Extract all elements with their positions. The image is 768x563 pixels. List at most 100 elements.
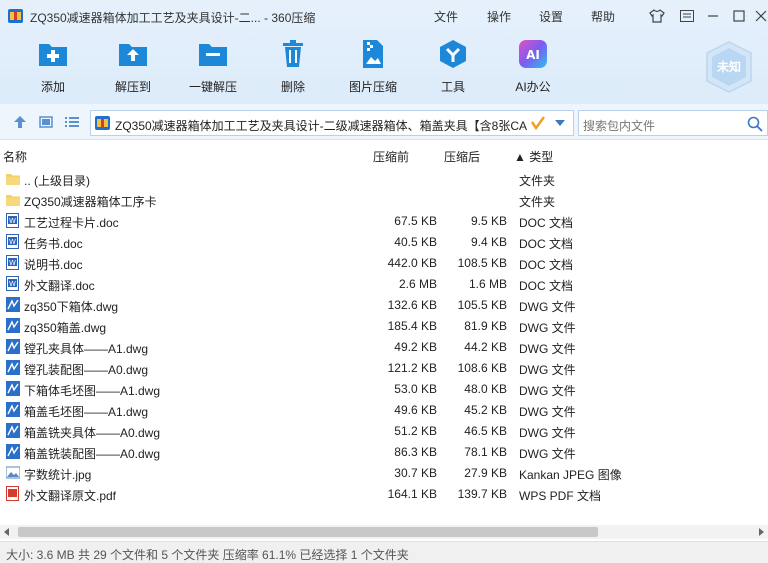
dwg-file-icon: [6, 339, 20, 354]
scroll-right-icon[interactable]: [759, 528, 764, 536]
tools-icon: [440, 40, 466, 68]
delete-button[interactable]: 删除: [261, 38, 325, 98]
add-button[interactable]: 添加: [21, 38, 85, 98]
size-after: 1.6 MB: [468, 277, 507, 291]
app-icon: [8, 9, 23, 23]
tools-button[interactable]: 工具: [421, 38, 485, 98]
image-compress-icon: [363, 40, 383, 68]
column-type[interactable]: ▲ 类型: [514, 148, 553, 165]
file-name: zq350下箱体.dwg: [24, 300, 119, 314]
skin-icon[interactable]: [646, 6, 668, 26]
size-after: 108.6 KB: [457, 361, 507, 375]
file-type: DWG 文件: [519, 447, 576, 461]
unknown-badge[interactable]: 未知: [704, 40, 754, 94]
menu-operate[interactable]: 操作: [487, 8, 511, 25]
file-type: 文件夹: [519, 195, 556, 209]
file-row[interactable]: .. (上级目录) 文件夹: [0, 168, 768, 189]
file-name: 箱盖铣装配图——A0.dwg: [24, 447, 161, 461]
file-row[interactable]: W 工艺过程卡片.doc 67.5 KB 9.5 KB DOC 文档: [0, 210, 768, 231]
file-row[interactable]: 箱盖毛坯图——A1.dwg 49.6 KB 45.2 KB DWG 文件: [0, 399, 768, 420]
file-type: DWG 文件: [519, 405, 576, 419]
size-after: 44.2 KB: [464, 340, 507, 354]
image-compress-button[interactable]: 图片压缩: [341, 38, 405, 98]
file-name: 箱盖铣夹具体——A0.dwg: [24, 426, 161, 440]
file-name: zq350箱盖.dwg: [24, 321, 107, 335]
close-icon[interactable]: [750, 6, 768, 26]
file-type: DWG 文件: [519, 321, 576, 335]
column-size-after[interactable]: 压缩后: [444, 148, 480, 165]
one-click-extract-label: 一键解压: [188, 80, 237, 94]
size-after: 9.5 KB: [470, 214, 507, 228]
file-row[interactable]: 字数统计.jpg 30.7 KB 27.9 KB Kankan JPEG 图像: [0, 462, 768, 483]
menu-help[interactable]: 帮助: [591, 8, 615, 25]
dwg-file-icon: [6, 423, 20, 438]
file-row[interactable]: 下箱体毛坯图——A1.dwg 53.0 KB 48.0 KB DWG 文件: [0, 378, 768, 399]
dwg-file-icon: [6, 381, 20, 396]
archive-icon: [95, 116, 110, 130]
thumbnail-view-icon[interactable]: [38, 114, 54, 130]
window-title: ZQ350减速器箱体加工工艺及夹具设计-二... - 360压缩: [30, 11, 316, 25]
file-name: 镗孔装配图——A0.dwg: [24, 363, 149, 377]
file-type: DOC 文档: [519, 237, 574, 251]
maximize-icon[interactable]: [728, 6, 750, 26]
size-before: 30.7 KB: [394, 466, 437, 480]
dwg-file-icon: [6, 318, 20, 333]
size-before: 132.6 KB: [387, 298, 437, 312]
size-before: 53.0 KB: [394, 382, 437, 396]
file-name: 下箱体毛坯图——A1.dwg: [24, 384, 161, 398]
svg-text:AI: AI: [526, 48, 540, 62]
horizontal-scrollbar[interactable]: [0, 525, 768, 539]
path-dropdown-icon[interactable]: [555, 120, 565, 126]
scroll-left-icon[interactable]: [4, 528, 9, 536]
size-before: 49.2 KB: [394, 340, 437, 354]
svg-text:W: W: [9, 238, 16, 246]
menu-file[interactable]: 文件: [434, 8, 458, 25]
image-compress-label: 图片压缩: [348, 80, 397, 94]
file-name: ZQ350减速器箱体工序卡: [24, 195, 157, 209]
file-list: .. (上级目录) 文件夹 ZQ350减速器箱体工序卡 文件夹 W 工艺过程卡片.doc 6…: [0, 168, 768, 504]
file-row[interactable]: 箱盖铣夹具体——A0.dwg 51.2 KB 46.5 KB DWG 文件: [0, 420, 768, 441]
search-input[interactable]: 搜索包内文件: [578, 110, 768, 136]
file-row[interactable]: zq350箱盖.dwg 185.4 KB 81.9 KB DWG 文件: [0, 315, 768, 336]
column-name[interactable]: 名称: [3, 148, 27, 165]
search-icon[interactable]: [747, 116, 763, 132]
file-name: .. (上级目录): [24, 174, 90, 188]
file-row[interactable]: W 外文翻译.doc 2.6 MB 1.6 MB DOC 文档: [0, 273, 768, 294]
extract-label: 解压到: [114, 80, 151, 94]
column-header: 名称 压缩前 压缩后 ▲ 类型: [0, 145, 768, 165]
file-row[interactable]: 镗孔夹具体——A1.dwg 49.2 KB 44.2 KB DWG 文件: [0, 336, 768, 357]
file-row[interactable]: zq350下箱体.dwg 132.6 KB 105.5 KB DWG 文件: [0, 294, 768, 315]
file-type: DWG 文件: [519, 426, 576, 440]
dwg-file-icon: [6, 444, 20, 459]
scroll-thumb[interactable]: [18, 527, 598, 537]
file-name: 外文翻译原文.pdf: [24, 489, 117, 503]
minimize-icon[interactable]: [702, 6, 724, 26]
file-type: DOC 文档: [519, 216, 574, 230]
size-after: 48.0 KB: [464, 382, 507, 396]
delete-label: 删除: [280, 80, 305, 94]
list-view-icon[interactable]: [64, 114, 80, 130]
file-type: Kankan JPEG 图像: [519, 468, 622, 482]
file-row[interactable]: 箱盖铣装配图——A0.dwg 86.3 KB 78.1 KB DWG 文件: [0, 441, 768, 462]
file-row[interactable]: 外文翻译原文.pdf 164.1 KB 139.7 KB WPS PDF 文档: [0, 483, 768, 504]
column-size-before[interactable]: 压缩前: [373, 148, 409, 165]
file-name: 外文翻译.doc: [24, 279, 95, 293]
file-row[interactable]: W 说明书.doc 442.0 KB 108.5 KB DOC 文档: [0, 252, 768, 273]
svg-text:W: W: [9, 280, 16, 288]
extract-to-button[interactable]: 解压到: [101, 38, 165, 98]
one-click-extract-button[interactable]: 一键解压: [181, 38, 245, 98]
file-row[interactable]: ZQ350减速器箱体工序卡 文件夹: [0, 189, 768, 210]
up-arrow-icon[interactable]: [12, 114, 28, 130]
path-text: ZQ350减速器箱体加工工艺及夹具设计-二级减速器箱体、箱盖夹具【含8张CA: [115, 119, 528, 133]
size-before: 51.2 KB: [394, 424, 437, 438]
folder-file-icon: [6, 174, 20, 185]
path-field[interactable]: ZQ350减速器箱体加工工艺及夹具设计-二级减速器箱体、箱盖夹具【含8张CA: [90, 110, 574, 136]
file-row[interactable]: 镗孔装配图——A0.dwg 121.2 KB 108.6 KB DWG 文件: [0, 357, 768, 378]
ai-office-button[interactable]: AI AI办公: [501, 38, 565, 98]
status-text: 大小: 3.6 MB 共 29 个文件和 5 个文件夹 压缩率 61.1% 已经…: [6, 548, 409, 562]
file-row[interactable]: W 任务书.doc 40.5 KB 9.4 KB DOC 文档: [0, 231, 768, 252]
checkmark-icon: [531, 116, 545, 130]
menu-settings[interactable]: 设置: [539, 8, 563, 25]
menu-list-icon[interactable]: [676, 6, 698, 26]
size-after: 105.5 KB: [457, 298, 507, 312]
